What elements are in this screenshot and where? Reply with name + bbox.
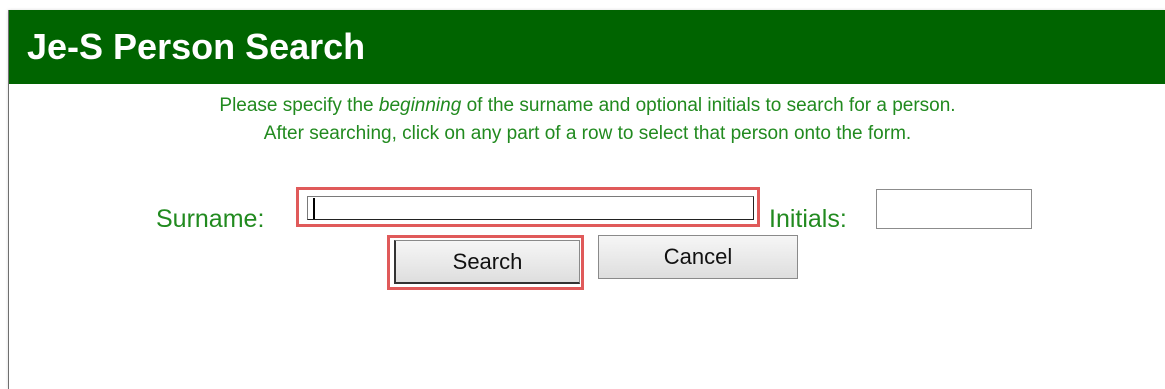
instruction-line-1: Please specify the beginning of the surn… [9, 92, 1165, 120]
instruction-text-after: of the surname and optional initials to … [461, 95, 956, 116]
instruction-emphasis: beginning [378, 95, 462, 116]
text-caret [313, 198, 315, 219]
cancel-button[interactable]: Cancel [598, 235, 798, 279]
dialog-title: Je-S Person Search [9, 10, 1165, 84]
instruction-line-2: After searching, click on any part of a … [263, 123, 912, 144]
initials-label: Initials: [769, 205, 847, 233]
instruction-text-before: Please specify the [219, 95, 379, 116]
instructions: Please specify the beginning of the surn… [9, 92, 1165, 148]
surname-input[interactable] [307, 196, 754, 220]
surname-label: Surname: [156, 205, 265, 233]
search-button[interactable]: Search [394, 240, 580, 284]
surname-field-highlight [296, 187, 760, 227]
initials-input[interactable] [876, 189, 1032, 229]
person-search-dialog: Je-S Person Search Please specify the be… [8, 10, 1165, 389]
search-button-highlight: Search [387, 235, 584, 290]
